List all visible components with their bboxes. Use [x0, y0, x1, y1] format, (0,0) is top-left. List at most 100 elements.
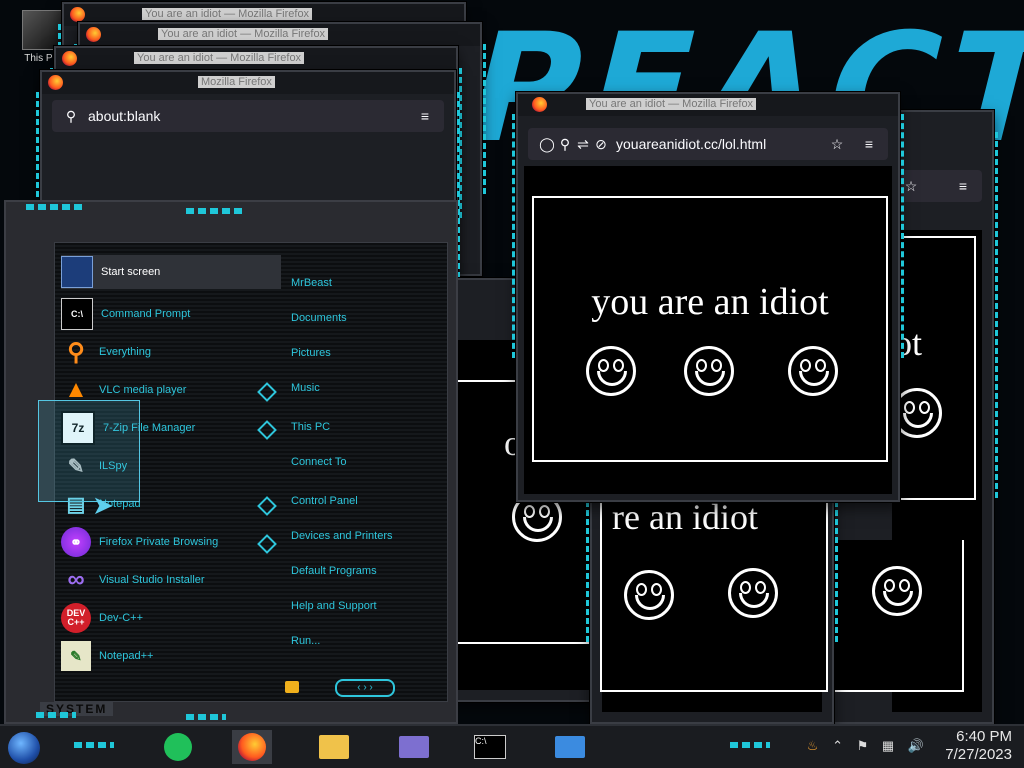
- window-app-icon: [555, 736, 585, 758]
- selection-rectangle: [38, 400, 140, 502]
- autoplay-blocked-icon[interactable]: ⊘: [592, 136, 610, 153]
- program-devcpp[interactable]: DEV C++ Dev-C++: [61, 601, 281, 635]
- headline-fragment: re an idiot: [612, 497, 758, 537]
- accent-decoration: [36, 712, 76, 718]
- menu-icon[interactable]: ≡: [954, 178, 972, 194]
- link-mrbeast[interactable]: MrBeast: [291, 277, 332, 289]
- smiley-icon: [586, 346, 636, 396]
- link-pictures[interactable]: Pictures: [291, 347, 331, 359]
- taskbar-file-explorer[interactable]: [314, 730, 354, 764]
- firefox-window-mid-center[interactable]: re an idiot: [586, 470, 838, 724]
- program-label: Command Prompt: [101, 308, 191, 320]
- url-bar[interactable]: ☆ ≡: [892, 170, 982, 202]
- window-titlebar[interactable]: You are an idiot — Mozilla Firefox: [518, 94, 898, 116]
- control-panel-icon: [399, 736, 429, 758]
- clock-time: 6:40 PM: [956, 728, 1012, 745]
- page-content: ot: [830, 230, 982, 712]
- taskbar-control-panel[interactable]: [394, 730, 434, 764]
- link-music[interactable]: Music: [291, 382, 320, 394]
- system-tray: ♨ ⌃ ⚑ ▦ 🔊: [807, 738, 924, 754]
- cmd-icon: C:\: [61, 298, 93, 330]
- link-devices-printers[interactable]: Devices and Printers: [291, 530, 393, 542]
- start-orb-button[interactable]: [8, 732, 40, 764]
- clock[interactable]: 6:40 PM 7/27/2023: [945, 728, 1012, 764]
- program-label: Start screen: [101, 266, 161, 278]
- program-start-screen[interactable]: Start screen: [61, 255, 281, 289]
- program-command-prompt[interactable]: C:\ Command Prompt: [61, 297, 281, 331]
- firefox-window-front[interactable]: You are an idiot — Mozilla Firefox ◯ ⚲ ⇌…: [512, 92, 904, 502]
- window-titlebar[interactable]: You are an idiot — Mozilla Firefox: [56, 48, 456, 70]
- lock-icon[interactable]: ⚲: [556, 136, 574, 153]
- accent-decoration: [730, 742, 770, 748]
- accent-decoration: [186, 208, 246, 214]
- taskbar-notes-app[interactable]: [158, 730, 198, 764]
- program-label: Dev-C++: [99, 612, 144, 624]
- network-icon[interactable]: ▦: [882, 738, 894, 753]
- permissions-icon[interactable]: ⇌: [574, 136, 592, 153]
- accent-decoration: [26, 204, 86, 210]
- window-title: You are an idiot — Mozilla Firefox: [142, 8, 313, 20]
- link-documents[interactable]: Documents: [291, 312, 347, 324]
- shutdown-arrows-button[interactable]: ‹ › ›: [335, 679, 395, 697]
- idiot-box: you are an idiot: [532, 196, 888, 462]
- program-notepadpp[interactable]: ✎ Notepad++: [61, 639, 281, 673]
- java-icon[interactable]: ♨: [807, 738, 819, 753]
- window-titlebar[interactable]: You are an idiot — Mozilla Firefox: [80, 24, 480, 46]
- link-help-support[interactable]: Help and Support: [291, 600, 377, 612]
- power-options-icon[interactable]: [285, 681, 299, 693]
- menu-icon[interactable]: ≡: [860, 136, 878, 152]
- taskbar-command-prompt[interactable]: C:\: [470, 730, 510, 764]
- url-text[interactable]: about:blank: [88, 108, 160, 124]
- link-run[interactable]: Run...: [291, 635, 320, 647]
- headline: you are an idiot: [591, 281, 829, 323]
- smiley-icon: [872, 566, 922, 616]
- menu-icon[interactable]: ≡: [416, 108, 434, 124]
- folder-icon: [319, 735, 349, 759]
- url-text[interactable]: youareanidiot.cc/lol.html: [616, 136, 766, 152]
- firefox-icon: [48, 75, 63, 90]
- accent-decoration: [186, 714, 226, 720]
- bookmark-star-icon[interactable]: ☆: [902, 178, 920, 195]
- url-bar[interactable]: ◯ ⚲ ⇌ ⊘ youareanidiot.cc/lol.html ☆ ≡: [528, 128, 888, 160]
- idiot-box: [830, 540, 964, 692]
- link-default-programs[interactable]: Default Programs: [291, 565, 377, 577]
- link-this-pc[interactable]: This PC: [291, 421, 330, 433]
- smiley-icon: [728, 568, 778, 618]
- mouse-cursor-icon: ➤: [92, 490, 114, 520]
- firefox-icon: [70, 7, 85, 22]
- window-titlebar[interactable]: Mozilla Firefox: [42, 72, 454, 94]
- private-browsing-icon: ⚭: [61, 527, 91, 557]
- bookmark-star-icon[interactable]: ☆: [828, 136, 846, 153]
- start-screen-icon: [61, 256, 93, 288]
- link-control-panel[interactable]: Control Panel: [291, 495, 358, 507]
- taskbar: C:\ ♨ ⌃ ⚑ ▦ 🔊 6:40 PM 7/27/2023: [0, 724, 1024, 768]
- firefox-icon: [238, 733, 266, 761]
- link-connect-to[interactable]: Connect To: [291, 456, 346, 468]
- window-title: You are an idiot — Mozilla Firefox: [586, 98, 757, 110]
- page-content: re an idiot: [600, 480, 828, 712]
- program-firefox-private[interactable]: ⚭ Firefox Private Browsing: [61, 525, 281, 559]
- accent-decoration: [74, 742, 114, 748]
- search-icon: ⚲: [67, 338, 85, 366]
- smiley-icon: [624, 570, 674, 620]
- taskbar-window-app[interactable]: [550, 730, 590, 764]
- program-label: Notepad++: [99, 650, 154, 662]
- shield-icon[interactable]: ◯: [538, 136, 556, 153]
- visual-studio-icon: ∞: [67, 566, 85, 593]
- url-bar[interactable]: ⚲ about:blank ≡: [52, 100, 444, 132]
- window-title: Mozilla Firefox: [198, 76, 275, 88]
- flag-icon[interactable]: ⚑: [857, 738, 869, 753]
- program-visual-studio-installer[interactable]: ∞ Visual Studio Installer: [61, 563, 281, 597]
- smiley-icon: [684, 346, 734, 396]
- window-title: You are an idiot — Mozilla Firefox: [158, 28, 329, 40]
- devcpp-icon: DEV C++: [61, 603, 91, 633]
- page-content: you are an idiot: [524, 166, 892, 494]
- up-arrow-icon[interactable]: ⌃: [832, 738, 843, 753]
- cmd-icon: C:\: [474, 735, 506, 759]
- program-everything[interactable]: ⚲ Everything: [61, 335, 281, 369]
- taskbar-firefox[interactable]: [232, 730, 272, 764]
- idiot-box: re an idiot: [600, 480, 828, 692]
- clock-date: 7/27/2023: [945, 746, 1012, 763]
- volume-icon[interactable]: 🔊: [908, 738, 924, 753]
- program-label: Visual Studio Installer: [99, 574, 205, 586]
